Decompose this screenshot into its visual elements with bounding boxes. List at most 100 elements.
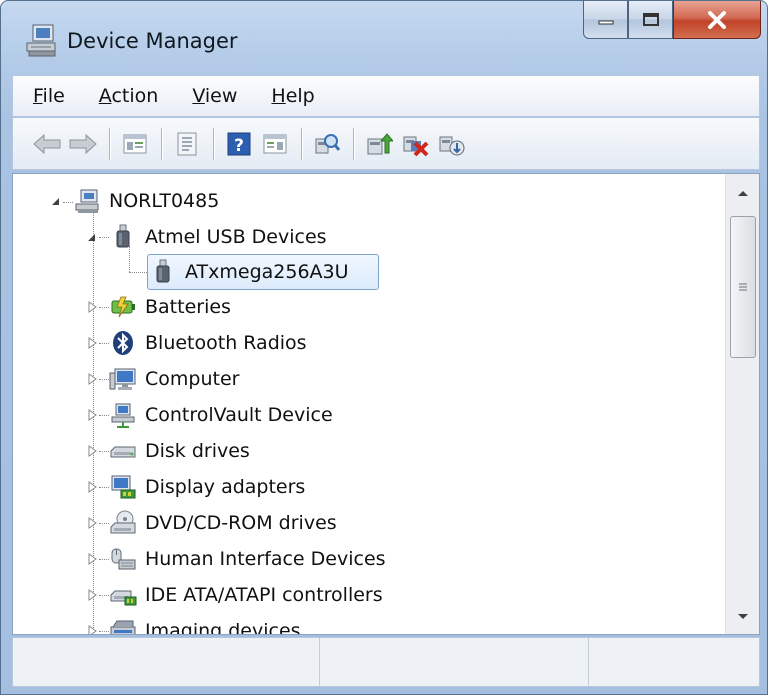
svg-text:?: ?: [234, 136, 244, 156]
tree-item[interactable]: Human Interface Devices: [109, 542, 386, 576]
collapse-arrow-icon[interactable]: [49, 194, 63, 208]
expand-arrow-icon[interactable]: [85, 300, 99, 314]
scan-hardware-button[interactable]: [311, 128, 343, 160]
menu-view[interactable]: View: [192, 85, 237, 107]
menu-bar: File Action View Help: [12, 75, 760, 117]
expand-arrow-icon[interactable]: [85, 588, 99, 602]
disable-device-button[interactable]: [399, 128, 431, 160]
vertical-scrollbar[interactable]: [725, 174, 759, 634]
bluetooth-icon: [113, 331, 133, 355]
close-icon: [708, 10, 726, 29]
forward-button[interactable]: [67, 128, 99, 160]
expand-arrow-icon[interactable]: [85, 516, 99, 530]
menu-file[interactable]: File: [33, 85, 65, 107]
toolbar-separator: [213, 127, 215, 160]
expand-arrow-icon[interactable]: [85, 552, 99, 566]
tree-item[interactable]: Disk drives: [109, 434, 250, 468]
show-hide-console-tree-button[interactable]: [119, 128, 151, 160]
show-action-pane-icon: [263, 134, 287, 153]
tree-item[interactable]: ControlVault Device: [109, 398, 333, 432]
caption-buttons: [583, 1, 761, 41]
battery-icon: [111, 296, 135, 318]
tree-item-label: Bluetooth Radios: [145, 332, 307, 354]
tree-item-label: IDE ATA/ATAPI controllers: [145, 584, 383, 606]
expand-arrow-icon[interactable]: [85, 624, 99, 635]
properties-icon: [177, 132, 197, 155]
scroll-thumb[interactable]: [730, 216, 756, 358]
tree-item[interactable]: Imaging devices: [109, 614, 301, 635]
tree-line: [99, 487, 109, 488]
toolbar-separator: [161, 127, 163, 160]
window-title: Device Manager: [67, 29, 238, 53]
tree-item-label: Human Interface Devices: [145, 548, 386, 570]
help-button[interactable]: ?: [223, 128, 255, 160]
toolbar-separator: [353, 127, 355, 160]
menu-help[interactable]: Help: [271, 85, 314, 107]
scroll-up-arrow-icon: [738, 191, 748, 196]
tree-item-label: ControlVault Device: [145, 404, 333, 426]
tree-item-selected[interactable]: ATxmega256A3U: [149, 255, 349, 289]
tree-line: [99, 237, 109, 238]
minimize-button[interactable]: [583, 1, 628, 39]
tree-item[interactable]: Atmel USB Devices: [109, 220, 327, 254]
tree-item[interactable]: Batteries: [109, 290, 231, 324]
show-action-pane-button[interactable]: [259, 128, 291, 160]
expand-arrow-icon[interactable]: [85, 480, 99, 494]
tree-item-label: Computer: [145, 368, 240, 390]
ide-controller-icon: [110, 590, 137, 606]
menu-action[interactable]: Action: [99, 85, 159, 107]
tree-line: [63, 202, 73, 203]
tree-item[interactable]: DVD/CD-ROM drives: [109, 506, 337, 540]
tree-item-label: ATxmega256A3U: [185, 261, 349, 283]
tree-item-label: Display adapters: [145, 476, 306, 498]
toolbar-separator: [301, 127, 303, 160]
tree-line: [99, 595, 109, 596]
expand-arrow-icon[interactable]: [85, 336, 99, 350]
tree-item-label: Atmel USB Devices: [145, 226, 327, 248]
tree-root-label: NORLT0485: [109, 190, 220, 212]
properties-button[interactable]: [171, 128, 203, 160]
tree-item-label: Imaging devices: [145, 620, 301, 635]
scan-hardware-icon: [315, 133, 341, 153]
device-manager-window: Device Manager File Action View Help ? N…: [0, 0, 768, 695]
maximize-icon: [642, 12, 659, 26]
display-adapter-icon: [111, 475, 136, 499]
back-button[interactable]: [31, 128, 63, 160]
tree-item[interactable]: IDE ATA/ATAPI controllers: [109, 578, 383, 612]
tree-line: [99, 559, 109, 560]
controlvault-icon: [111, 403, 135, 428]
update-driver-button[interactable]: [363, 128, 395, 160]
scroll-up-button[interactable]: [726, 176, 759, 210]
collapse-arrow-icon[interactable]: [85, 230, 99, 244]
title-bar[interactable]: Device Manager: [1, 1, 767, 71]
tree-item[interactable]: Computer: [109, 362, 239, 396]
monitor-icon: [109, 368, 136, 390]
uninstall-device-icon: [439, 136, 465, 155]
status-cell: [13, 638, 320, 686]
tree-item-label: Disk drives: [145, 440, 250, 462]
uninstall-device-button[interactable]: [435, 128, 467, 160]
tree-line: [99, 631, 109, 632]
tree-item[interactable]: Display adapters: [109, 470, 305, 504]
expand-arrow-icon[interactable]: [85, 408, 99, 422]
tree-line: [99, 379, 109, 380]
close-button[interactable]: [673, 1, 761, 39]
tree-line: [129, 272, 149, 273]
tree-root[interactable]: NORLT0485: [73, 184, 219, 218]
maximize-button[interactable]: [628, 1, 673, 39]
computer-network-icon: [75, 189, 99, 213]
scroll-down-arrow-icon: [738, 614, 748, 619]
expand-arrow-icon[interactable]: [85, 444, 99, 458]
minimize-icon: [598, 20, 613, 24]
grip-icon: [739, 283, 747, 291]
device-tree[interactable]: NORLT0485 Atmel USB Devices ATxmega256A3…: [12, 173, 760, 635]
show-hide-console-tree-icon: [123, 134, 147, 153]
tree-line: [99, 523, 109, 524]
expand-arrow-icon[interactable]: [85, 372, 99, 386]
scroll-down-button[interactable]: [726, 600, 759, 634]
tree-line: [99, 343, 109, 344]
usb-plug-icon: [156, 259, 170, 283]
device-manager-icon: [26, 24, 56, 57]
tree-item[interactable]: Bluetooth Radios: [109, 326, 307, 360]
forward-arrow-icon: [69, 133, 97, 154]
